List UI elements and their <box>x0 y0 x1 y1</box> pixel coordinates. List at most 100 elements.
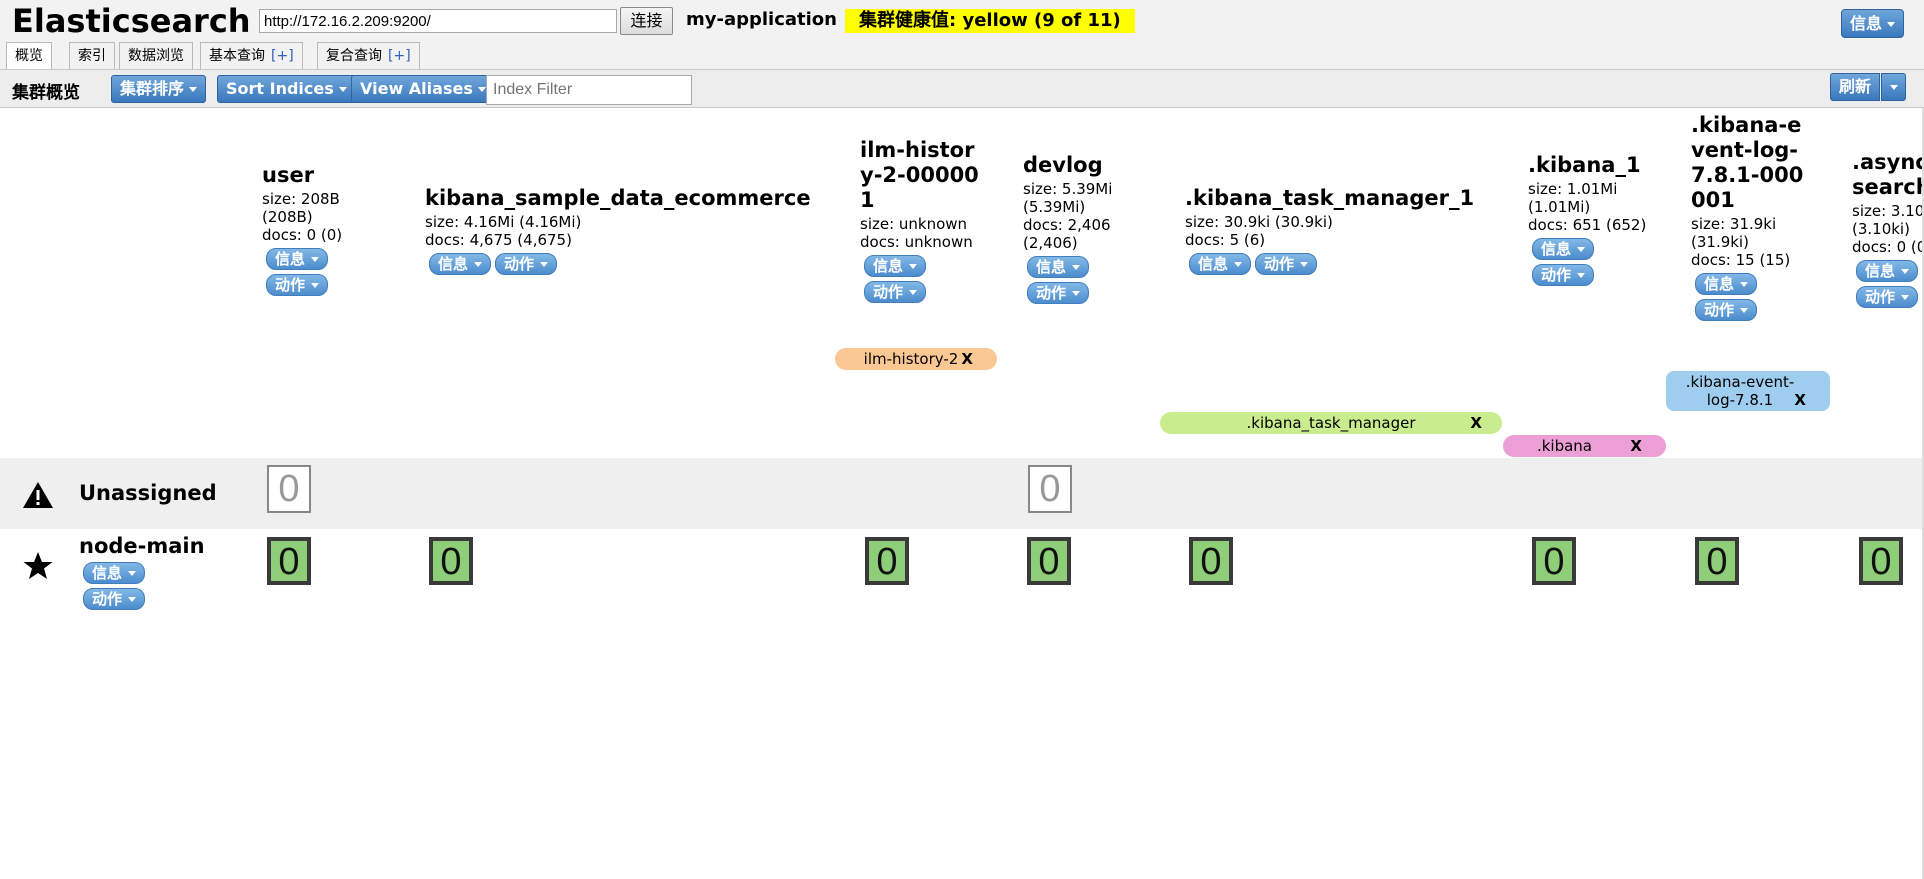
index-size: size: 31.9ki (31.9ki) <box>1691 215 1777 251</box>
caret-down-icon <box>1740 308 1749 313</box>
tab-basic-query-add[interactable]: [+] <box>271 48 294 64</box>
sort-indices-button[interactable]: Sort Indices <box>217 75 356 103</box>
node-row: node-main 信息 动作 0 0 0 0 0 0 0 0 <box>0 529 1922 639</box>
index-info-button[interactable]: 信息 <box>1856 260 1919 282</box>
info-label: 信息 <box>1704 275 1735 293</box>
node-info-button[interactable]: 信息 <box>83 562 146 584</box>
sort-cluster-label: 集群排序 <box>120 79 185 98</box>
caret-down-icon <box>128 571 137 576</box>
index-info-button[interactable]: 信息 <box>1027 256 1090 278</box>
tab-compound-query[interactable]: 复合查询 [+] <box>317 42 420 69</box>
caret-down-icon <box>311 257 320 262</box>
index-info-button[interactable]: 信息 <box>864 255 927 277</box>
action-label: 动作 <box>92 590 123 608</box>
connect-button[interactable]: 连接 <box>620 7 673 35</box>
caret-down-icon <box>1887 22 1895 27</box>
action-label: 动作 <box>275 276 306 294</box>
node-shard[interactable]: 0 <box>1695 537 1739 585</box>
index-action-button[interactable]: 动作 <box>1856 286 1919 308</box>
unassigned-shard[interactable]: 0 <box>1028 465 1072 513</box>
tab-browser[interactable]: 数据浏览 <box>119 42 193 69</box>
sort-cluster-button[interactable]: 集群排序 <box>111 75 207 103</box>
caret-down-icon <box>909 290 918 295</box>
alias-ilm-history-2: ilm-history-2 X <box>835 348 997 370</box>
index-action-button[interactable]: 动作 <box>495 253 558 275</box>
view-aliases-label: View Aliases <box>360 79 473 98</box>
info-label: 信息 <box>1036 258 1067 276</box>
caret-down-icon <box>1072 291 1081 296</box>
node-action-button[interactable]: 动作 <box>83 588 146 610</box>
refresh-interval-dropdown[interactable] <box>1881 73 1906 101</box>
cluster-url-input[interactable] <box>259 9 617 33</box>
node-shard[interactable]: 0 <box>1027 537 1071 585</box>
caret-down-icon <box>477 87 486 92</box>
action-label: 动作 <box>1036 284 1067 302</box>
tab-compound-query-label: 复合查询 <box>326 48 382 64</box>
caret-down-icon <box>1577 247 1586 252</box>
index-size: size: 30.9ki (30.9ki) <box>1185 213 1333 231</box>
caret-down-icon <box>1901 295 1910 300</box>
index-info-button[interactable]: 信息 <box>1695 273 1758 295</box>
node-shard[interactable]: 0 <box>865 537 909 585</box>
tab-browser-label: 数据浏览 <box>128 48 184 64</box>
index-docs: docs: unknown <box>860 233 973 251</box>
node-shard[interactable]: 0 <box>267 537 311 585</box>
index-name: .async-search <box>1852 150 1922 199</box>
index-info-button[interactable]: 信息 <box>266 248 329 270</box>
index-action-button[interactable]: 动作 <box>1027 282 1090 304</box>
index-filter-input[interactable] <box>486 75 692 105</box>
index-info-button[interactable]: 信息 <box>429 253 492 275</box>
index-size: size: 208B (208B) <box>262 190 340 226</box>
index-docs: docs: 15 (15) <box>1691 251 1791 269</box>
index-size: size: 3.10ki (3.10ki) <box>1852 202 1922 238</box>
action-label: 动作 <box>873 283 904 301</box>
tab-indices-label: 索引 <box>78 48 106 64</box>
caret-down-icon <box>1889 85 1898 90</box>
tab-overview[interactable]: 概览 <box>6 42 52 70</box>
app-header: Elasticsearch 连接 my-application 集群健康值: y… <box>0 0 1924 108</box>
index-docs: docs: 5 (6) <box>1185 231 1266 249</box>
index-name: ilm-history-2-000001 <box>860 138 979 212</box>
index-name: user <box>262 163 315 187</box>
action-label: 动作 <box>1704 301 1735 319</box>
index-async-search: .async-search size: 3.10ki (3.10ki) docs… <box>1852 150 1922 308</box>
alias-remove-icon[interactable]: X <box>1630 435 1642 457</box>
tab-basic-query[interactable]: 基本查询 [+] <box>200 42 303 69</box>
caret-down-icon <box>1901 269 1910 274</box>
caret-down-icon <box>540 262 549 267</box>
tab-indices[interactable]: 索引 <box>69 42 115 69</box>
action-label: 动作 <box>1264 255 1295 273</box>
caret-down-icon <box>1740 282 1749 287</box>
tab-compound-query-add[interactable]: [+] <box>388 48 411 64</box>
alias-remove-icon[interactable]: X <box>1470 412 1482 434</box>
tab-overview-label: 概览 <box>15 48 43 64</box>
node-shard[interactable]: 0 <box>429 537 473 585</box>
index-devlog: devlog size: 5.39Mi (5.39Mi) docs: 2,406… <box>1023 153 1133 304</box>
unassigned-row: Unassigned 0 0 <box>0 458 1922 529</box>
index-user: user size: 208B (208B) docs: 0 (0) 信息 动作 <box>262 163 372 296</box>
info-label: 信息 <box>873 257 904 275</box>
index-action-button[interactable]: 动作 <box>864 281 927 303</box>
index-action-button[interactable]: 动作 <box>1532 264 1595 286</box>
cluster-health-badge: 集群健康值: yellow (9 of 11) <box>845 9 1135 33</box>
index-action-button[interactable]: 动作 <box>266 274 329 296</box>
index-action-button[interactable]: 动作 <box>1255 253 1318 275</box>
node-shard[interactable]: 0 <box>1189 537 1233 585</box>
refresh-button[interactable]: 刷新 <box>1829 73 1880 101</box>
index-action-button[interactable]: 动作 <box>1695 299 1758 321</box>
info-label: 信息 <box>1541 240 1572 258</box>
unassigned-shard[interactable]: 0 <box>267 465 311 513</box>
alias-remove-icon[interactable]: X <box>961 348 973 370</box>
index-info-button[interactable]: 信息 <box>1532 238 1595 260</box>
index-size: size: unknown <box>860 215 968 233</box>
node-shard[interactable]: 0 <box>1859 537 1903 585</box>
info-menu-button[interactable]: 信息 <box>1840 9 1904 38</box>
caret-down-icon <box>311 283 320 288</box>
index-kibana-sample-data-ecommerce: kibana_sample_data_ecommerce size: 4.16M… <box>425 186 825 275</box>
view-aliases-button[interactable]: View Aliases <box>351 75 495 103</box>
index-info-button[interactable]: 信息 <box>1189 253 1252 275</box>
node-shard[interactable]: 0 <box>1532 537 1576 585</box>
star-icon <box>23 552 53 579</box>
alias-remove-icon[interactable]: X <box>1794 391 1806 409</box>
index-async-search-clip: .async-search size: 3.10ki (3.10ki) docs… <box>1852 150 1922 350</box>
